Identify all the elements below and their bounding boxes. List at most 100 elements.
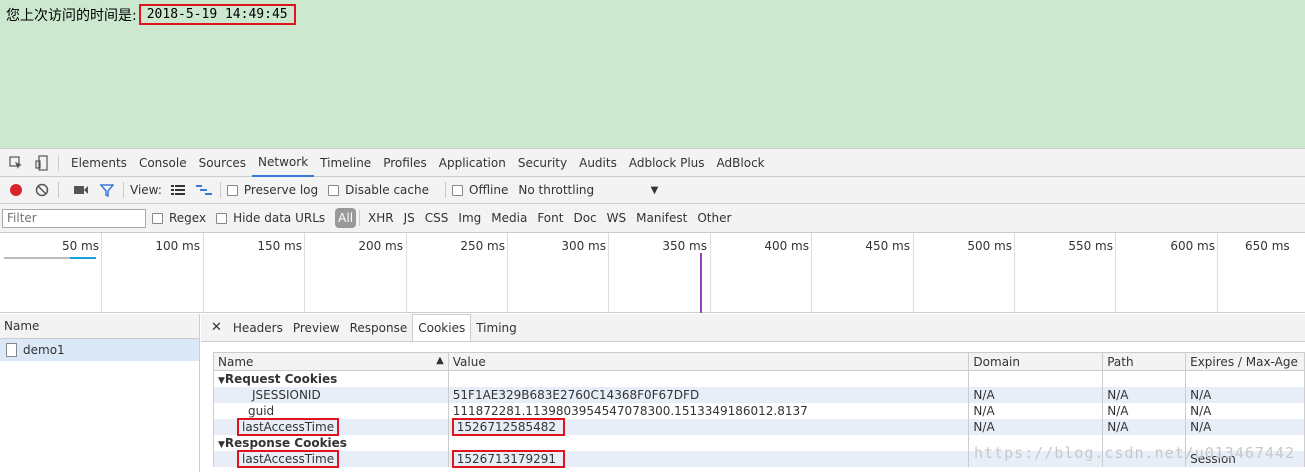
- cookie-expires: N/A: [1185, 386, 1305, 403]
- overview-gridline: [811, 233, 812, 313]
- cookie-name: guid: [213, 402, 449, 419]
- overview-tick-label: 550 ms: [1068, 239, 1113, 253]
- overview-tick-label: 150 ms: [257, 239, 302, 253]
- tab-adblock-plus[interactable]: Adblock Plus: [623, 149, 711, 177]
- cookie-name: lastAccessTime: [236, 417, 340, 436]
- overview-tick-label: 300 ms: [561, 239, 606, 253]
- close-icon[interactable]: ✕: [205, 320, 228, 335]
- document-icon: [6, 343, 17, 357]
- filter-input[interactable]: [2, 208, 146, 228]
- disable-cache-checkbox[interactable]: Disable cache: [328, 183, 429, 197]
- tab-timing[interactable]: Timing: [471, 315, 522, 341]
- regex-checkbox[interactable]: Regex: [152, 211, 206, 225]
- overview-gridline: [1014, 233, 1015, 313]
- type-filter-doc[interactable]: Doc: [568, 211, 601, 225]
- overview-tick-label: 200 ms: [358, 239, 403, 253]
- overview-tick-label: 600 ms: [1170, 239, 1215, 253]
- tab-network[interactable]: Network: [252, 149, 315, 177]
- last-visit-time: 2018-5-19 14:49:45: [138, 4, 296, 25]
- page-content: 您上次访问的时间是: 2018-5-19 14:49:45: [0, 0, 1305, 148]
- separator: [123, 182, 124, 198]
- type-filter-all[interactable]: All: [335, 208, 357, 228]
- col-name-header[interactable]: Name ▲: [213, 352, 449, 371]
- tab-application[interactable]: Application: [433, 149, 512, 177]
- request-cookies-label: Request Cookies: [224, 371, 338, 386]
- type-filter-media[interactable]: Media: [486, 211, 532, 225]
- throttling-select[interactable]: No throttling ▼: [518, 183, 658, 197]
- separator: [58, 182, 59, 198]
- large-rows-icon[interactable]: [168, 180, 188, 200]
- tab-cookies[interactable]: Cookies: [412, 314, 472, 341]
- preserve-log-checkbox[interactable]: Preserve log: [226, 183, 318, 197]
- overview-gridline: [507, 233, 508, 313]
- cookie-domain: N/A: [968, 402, 1104, 419]
- cookie-path: N/A: [1102, 402, 1187, 419]
- tab-elements[interactable]: Elements: [65, 149, 133, 177]
- waterfall-view-icon[interactable]: [194, 180, 214, 200]
- offline-label: Offline: [469, 183, 509, 197]
- separator: [219, 182, 221, 198]
- tab-profiles[interactable]: Profiles: [377, 149, 433, 177]
- type-filter-other[interactable]: Other: [692, 211, 736, 225]
- overview-tick-label: 100 ms: [155, 239, 200, 253]
- table-header-row: Name ▲ Value Domain Path Expires / Max-Ag…: [213, 352, 1305, 371]
- tab-console[interactable]: Console: [133, 149, 193, 177]
- type-filter-js[interactable]: JS: [399, 211, 420, 225]
- tab-response[interactable]: Response: [345, 315, 413, 341]
- tab-headers[interactable]: Headers: [228, 315, 288, 341]
- filter-bar: Regex Hide data URLs All XHR JS CSS Img …: [0, 204, 1305, 233]
- screenshot-camera-icon[interactable]: [71, 180, 91, 200]
- filter-funnel-icon[interactable]: [97, 180, 117, 200]
- type-filter-css[interactable]: CSS: [420, 211, 454, 225]
- overview-gridline: [304, 233, 305, 313]
- tab-adblock[interactable]: AdBlock: [711, 149, 771, 177]
- last-visit-line: 您上次访问的时间是: 2018-5-19 14:49:45: [6, 4, 296, 25]
- devtools-panel: Elements Console Sources Network Timelin…: [0, 148, 1305, 472]
- offline-checkbox[interactable]: Offline: [452, 183, 508, 197]
- device-mode-icon[interactable]: [32, 153, 52, 173]
- expand-triangle-icon: ▼: [218, 439, 225, 450]
- view-label: View:: [130, 183, 162, 197]
- cookie-expires: N/A: [1185, 402, 1305, 419]
- cookie-path: N/A: [1102, 418, 1187, 435]
- col-expires-header[interactable]: Expires / Max-Age: [1185, 352, 1305, 371]
- overview-tick-label: 250 ms: [460, 239, 505, 253]
- last-visit-label: 您上次访问的时间是:: [6, 7, 137, 24]
- tab-sources[interactable]: Sources: [193, 149, 252, 177]
- response-cookies-label: Response Cookies: [224, 435, 347, 450]
- overview-gridline: [608, 233, 609, 313]
- type-filter-img[interactable]: Img: [453, 211, 486, 225]
- overview-tick-label: 400 ms: [764, 239, 809, 253]
- tab-audits[interactable]: Audits: [573, 149, 623, 177]
- record-icon[interactable]: [6, 180, 26, 200]
- col-domain-header[interactable]: Domain: [968, 352, 1104, 371]
- type-filter-font[interactable]: Font: [532, 211, 568, 225]
- name-column-header[interactable]: Name: [0, 314, 199, 339]
- timeline-overview[interactable]: 50 ms 100 ms 150 ms 200 ms 250 ms 300 ms…: [0, 233, 1305, 313]
- cookie-name-cell: lastAccessTime: [213, 417, 449, 436]
- table-row[interactable]: lastAccessTime 1526712585482 N/A N/A N/A: [213, 417, 1305, 436]
- overview-tick-label: 50 ms: [61, 239, 99, 253]
- disable-cache-label: Disable cache: [345, 183, 429, 197]
- throttling-value: No throttling: [518, 183, 595, 197]
- col-value-header[interactable]: Value: [447, 352, 970, 371]
- type-filter-xhr[interactable]: XHR: [363, 211, 399, 225]
- tab-timeline[interactable]: Timeline: [314, 149, 377, 177]
- col-path-header[interactable]: Path: [1102, 352, 1187, 371]
- separator: [58, 154, 59, 171]
- requests-list: Name demo1: [0, 314, 200, 472]
- table-row[interactable]: guid 111872281.1139803954547078300.15133…: [213, 402, 1305, 419]
- request-cookies-group[interactable]: ▼Request Cookies: [213, 370, 1305, 387]
- request-row[interactable]: demo1: [0, 339, 199, 361]
- request-name: demo1: [23, 343, 65, 357]
- inspect-element-icon[interactable]: [6, 153, 26, 173]
- hide-data-urls-checkbox[interactable]: Hide data URLs: [216, 211, 325, 225]
- tab-preview[interactable]: Preview: [288, 315, 345, 341]
- separator: [445, 182, 446, 198]
- col-name-label: Name: [218, 354, 254, 369]
- type-filter-manifest[interactable]: Manifest: [631, 211, 692, 225]
- clear-icon[interactable]: [32, 180, 52, 200]
- tab-security[interactable]: Security: [512, 149, 573, 177]
- type-filter-ws[interactable]: WS: [602, 211, 631, 225]
- table-row[interactable]: JSESSIONID 51F1AE329B683E2760C14368F0F67…: [213, 386, 1305, 403]
